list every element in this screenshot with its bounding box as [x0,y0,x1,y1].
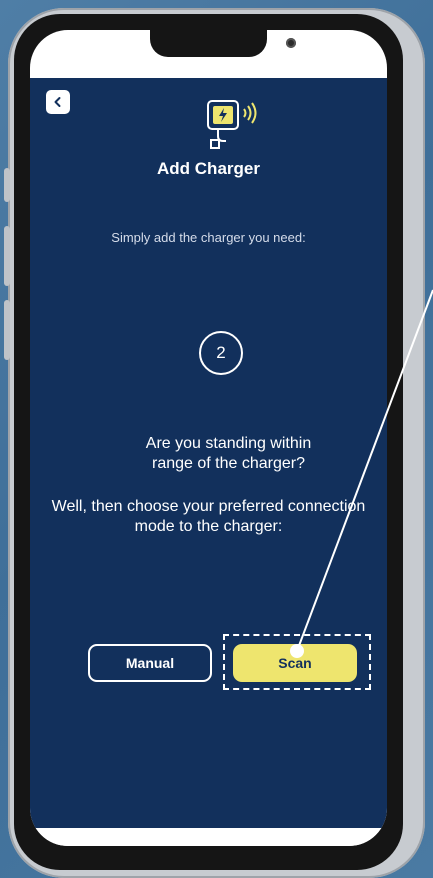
annotation-line [296,289,433,652]
annotation-dot [290,644,304,658]
annotation-overlay [290,289,433,658]
